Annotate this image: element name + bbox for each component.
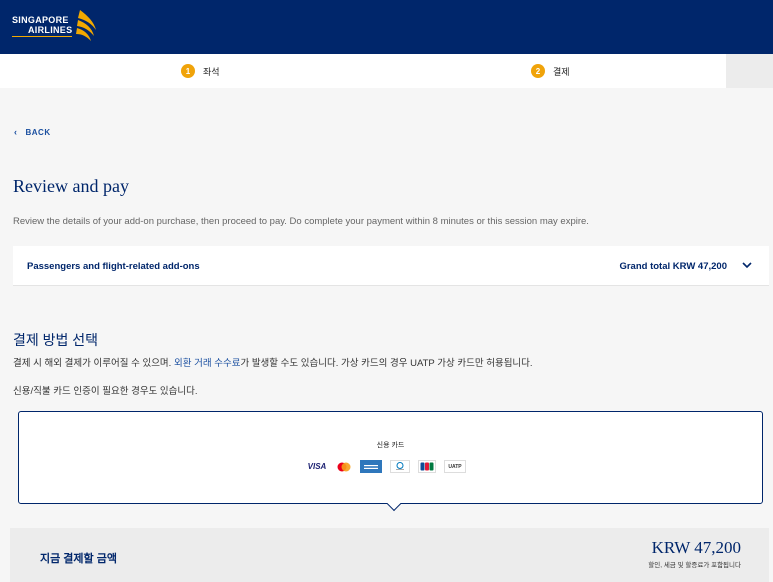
- fx-fee-link[interactable]: 외환 거래 수수료: [174, 358, 240, 369]
- payment-method-title: 결제 방법 선택: [13, 332, 99, 348]
- payment-method-info: 결제 시 해외 결제가 이루어질 수 있으며. 외환 거래 수수료가 발생할 수…: [13, 355, 533, 369]
- step-seats[interactable]: 1 좌석: [181, 64, 220, 78]
- step-payment: 2 결제: [531, 64, 570, 78]
- uatp-icon: UATP: [444, 460, 466, 473]
- visa-icon: VISA: [307, 462, 327, 471]
- logo-text: SINGAPORE AIRLINES: [12, 15, 72, 37]
- add-ons-summary[interactable]: Passengers and flight-related add-ons Gr…: [13, 246, 769, 286]
- step-number-badge: 2: [531, 64, 545, 78]
- logo-line-2: AIRLINES: [28, 25, 73, 35]
- amount-due-label: 지금 결제할 금액: [40, 553, 117, 565]
- header-bar: SINGAPORE AIRLINES: [0, 0, 773, 54]
- chevron-down-icon[interactable]: [741, 259, 753, 271]
- back-label: BACK: [25, 127, 51, 137]
- step-number-badge: 1: [181, 64, 195, 78]
- page-title: Review and pay: [13, 176, 129, 196]
- amount-due-note: 할인, 세금 및 할증료가 포함됩니다: [648, 562, 741, 569]
- page-subtitle: Review the details of your add-on purcha…: [13, 216, 589, 227]
- progress-steps: 1 좌석 2 결제: [0, 54, 773, 88]
- jcb-icon: [418, 460, 436, 473]
- logo-underline: [12, 36, 72, 37]
- bird-emblem-icon: [76, 10, 97, 41]
- steps-tail: [710, 54, 773, 88]
- credit-card-label: 신용 카드: [376, 442, 405, 449]
- step-label: 좌석: [203, 66, 220, 77]
- singapore-airlines-logo[interactable]: SINGAPORE AIRLINES: [12, 8, 100, 44]
- diners-club-icon: [390, 460, 410, 473]
- chevron-left-icon: ‹: [14, 127, 18, 137]
- amex-icon: [360, 460, 382, 473]
- logo-line-1: SINGAPORE: [12, 15, 69, 25]
- info-text-end: 가 발생할 수도 있습니다. 가상 카드의 경우 UATP 가상 카드만 허용됩…: [240, 358, 533, 369]
- amount-due-panel: 지금 결제할 금액 KRW 47,200 할인, 세금 및 할증료가 포함됩니다: [10, 528, 769, 582]
- info-text-start: 결제 시 해외 결제가 이루어질 수 있으며.: [13, 358, 174, 369]
- card-auth-note: 신용/직불 카드 인증이 필요한 경우도 있습니다.: [13, 386, 198, 397]
- credit-card-option[interactable]: 신용 카드 VISA UATP: [18, 411, 763, 504]
- grand-total: Grand total KRW 47,200: [619, 261, 727, 272]
- back-link[interactable]: ‹ BACK: [14, 127, 51, 137]
- summary-label: Passengers and flight-related add-ons: [27, 261, 200, 272]
- card-logos: VISA UATP: [306, 460, 474, 473]
- mastercard-icon: [336, 460, 352, 473]
- step-label: 결제: [553, 66, 570, 77]
- amount-due-value: KRW 47,200: [651, 538, 741, 557]
